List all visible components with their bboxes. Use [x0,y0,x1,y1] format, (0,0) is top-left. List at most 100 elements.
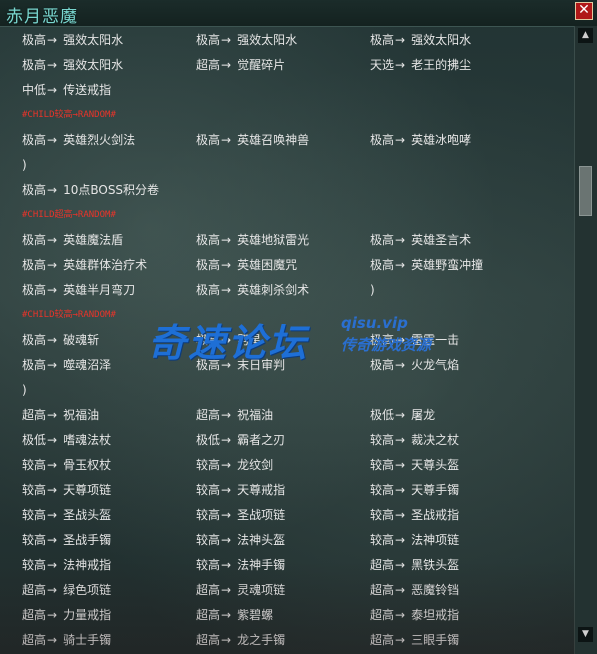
drop-rate-label: 超高 [22,583,47,597]
drop-entry: 超高→ 恶魔铃铛 [370,578,459,603]
group-close-paren: ) [22,383,27,397]
arrow-icon: → [221,458,232,472]
arrow-icon: → [47,408,58,422]
drop-entry: 极高→ 英雄半月弯刀 [22,278,135,303]
drop-rate-label: 超高 [22,633,47,647]
item-name: 泰坦戒指 [411,608,460,622]
list-row: 极高→ 强效太阳水 超高→ 觉醒碎片 天选→ 老王的拂尘 [0,53,575,78]
drop-rate-label: 超高 [196,58,221,72]
drop-rate-label: 极高 [196,283,221,297]
drop-rate-label: 极高 [22,358,47,372]
drop-rate-label: 较高 [22,533,47,547]
drop-entry: 超高→ 灵魂项链 [196,578,285,603]
item-name: 末日审判 [237,358,286,372]
arrow-icon: → [47,258,58,272]
drop-entry: 超高→ 黑铁头盔 [370,553,459,578]
arrow-icon: → [47,58,58,72]
item-name: 强效太阳水 [411,33,472,47]
drop-entry: 较高→ 天尊项链 [22,478,111,503]
drop-entry: 超高→ 绿色项链 [22,578,111,603]
drop-rate-label: 极高 [370,133,395,147]
item-name: 噬魂沼泽 [63,358,112,372]
arrow-icon: → [395,233,406,247]
item-name: 英雄刺杀剑术 [237,283,310,297]
drop-rate-label: 超高 [370,608,395,622]
drop-rate-label: 超高 [22,408,47,422]
drop-rate-label: 超高 [22,608,47,622]
group-close-paren: ) [22,158,27,172]
drop-rate-label: 超高 [370,583,395,597]
arrow-icon: → [395,608,406,622]
item-name: 三眼手镯 [411,633,460,647]
drop-rate-label: 较高 [196,458,221,472]
arrow-icon: → [221,283,232,297]
arrow-icon: → [395,583,406,597]
drop-entry: 极高→ 强效太阳水 [22,28,123,53]
drop-entry: 超高→ 祝福油 [196,403,273,428]
arrow-icon: → [47,83,58,97]
drop-entry: 极低→ 嗜魂法杖 [22,428,111,453]
arrow-icon: → [221,358,232,372]
drop-rate-label: 极高 [370,333,395,347]
item-name: 雷霆一击 [411,333,460,347]
drop-entry: 超高→ 力量戒指 [22,603,111,628]
list-row: 较高→ 圣战手镯 较高→ 法神头盔 较高→ 法神项链 [0,528,575,553]
scrollbar[interactable]: ▲ ▼ [574,26,597,654]
item-name: 恶魔铃铛 [411,583,460,597]
list-row: 超高→ 力量戒指 超高→ 紫碧螺 超高→ 泰坦戒指 [0,603,575,628]
drop-entry: 极高→ 雷霆一击 [370,328,459,353]
item-name: 裁决之杖 [411,433,460,447]
arrow-icon: → [47,233,58,247]
arrow-icon: → [47,608,58,622]
drop-entry: 超高→ 骑士手镯 [22,628,111,653]
close-button[interactable]: ✕ [575,2,593,20]
drop-entry: 极高→ 强效太阳水 [196,28,297,53]
arrow-icon: → [47,558,58,572]
drop-rate-label: 较高 [370,433,395,447]
item-name: 法神项链 [411,533,460,547]
item-name: 骑士手镯 [63,633,112,647]
scroll-thumb[interactable] [579,166,592,216]
item-name: 祝福油 [237,408,274,422]
arrow-icon: → [395,358,406,372]
arrow-icon: → [395,458,406,472]
drop-entry: 天选→ 老王的拂尘 [370,53,471,78]
arrow-icon: → [221,133,232,147]
arrow-icon: → [221,533,232,547]
item-name: 英雄烈火剑法 [63,133,136,147]
drop-rate-label: 极低 [196,433,221,447]
drop-rate-label: 较高 [196,483,221,497]
item-name: 紫碧螺 [237,608,274,622]
list-row: ) [0,153,575,178]
item-name: 强效太阳水 [237,33,298,47]
item-name: 天尊头盔 [411,458,460,472]
drop-entry: 极高→ 英雄困魔咒 [196,253,297,278]
drop-rate-label: 较高 [370,483,395,497]
item-name: 圣战手镯 [63,533,112,547]
arrow-icon: → [47,533,58,547]
item-name: 10点BOSS积分卷 [63,183,160,197]
list-row: #CHILD较高→RANDOM# [0,303,575,328]
scroll-up-arrow-icon[interactable]: ▲ [578,28,593,43]
drop-entry: 较高→ 法神项链 [370,528,459,553]
list-row: #CHILD超高→RANDOM# [0,203,575,228]
item-name: 天尊戒指 [237,483,286,497]
random-group-tag: #CHILD较高→RANDOM# [22,110,116,120]
item-name: 英雄冰咆哮 [411,133,472,147]
item-name: 英雄困魔咒 [237,258,298,272]
drop-rate-label: 较高 [22,558,47,572]
item-name: 英雄野蛮冲撞 [411,258,484,272]
item-name: 传送戒指 [63,83,112,97]
scroll-down-arrow-icon[interactable]: ▼ [578,627,593,642]
drop-entry: 较高→ 龙纹剑 [196,453,273,478]
arrow-icon: → [47,583,58,597]
arrow-icon: → [395,408,406,422]
arrow-icon: → [47,508,58,522]
drop-rate-label: 天选 [370,58,395,72]
drop-entry: 极高→ 英雄烈火剑法 [22,128,135,153]
drop-rate-label: 极低 [22,433,47,447]
group-close-paren: ) [370,283,375,297]
random-group-tag: #CHILD较高→RANDOM# [22,310,116,320]
arrow-icon: → [221,33,232,47]
drop-rate-label: 较高 [370,458,395,472]
